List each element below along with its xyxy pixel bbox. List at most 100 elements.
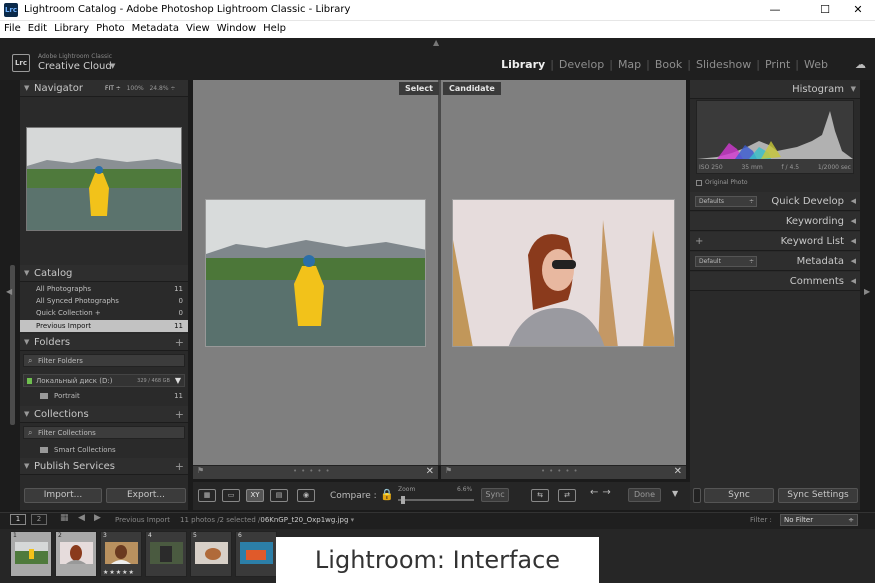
checkbox[interactable] bbox=[696, 179, 702, 186]
zoom-slider[interactable] bbox=[398, 499, 474, 501]
filter-select[interactable]: No Filter ÷ bbox=[780, 514, 858, 526]
swap-icon[interactable]: ⇆ bbox=[531, 489, 549, 502]
keywording-header[interactable]: Keywording ◀ bbox=[690, 212, 860, 231]
chevron-down-icon[interactable]: ▼ bbox=[110, 62, 115, 70]
primary-window-button[interactable]: 1 bbox=[10, 514, 26, 525]
module-print[interactable]: Print bbox=[760, 58, 795, 71]
grid-icon[interactable]: ▦ bbox=[60, 513, 69, 523]
export-button[interactable]: Export... bbox=[106, 488, 186, 503]
module-develop[interactable]: Develop bbox=[554, 58, 609, 71]
metadata-preset-select[interactable]: Default ÷ bbox=[695, 256, 757, 267]
brand-line-2[interactable]: Creative Cloud bbox=[38, 61, 112, 72]
filmstrip-cell[interactable]: 2 bbox=[55, 531, 97, 577]
lock-icon[interactable]: 🔒 bbox=[380, 488, 394, 501]
filmstrip-cell[interactable]: 4 bbox=[145, 531, 187, 577]
menu-file[interactable]: File bbox=[0, 21, 21, 34]
menu-library[interactable]: Library bbox=[50, 21, 89, 34]
menu-photo[interactable]: Photo bbox=[92, 21, 125, 34]
people-view-icon[interactable]: ◉ bbox=[297, 489, 315, 502]
minimize-button[interactable]: — bbox=[755, 0, 795, 20]
close-icon[interactable]: ✕ bbox=[674, 466, 682, 477]
quick-develop-preset-select[interactable]: Defaults ÷ bbox=[695, 196, 757, 207]
navigator-zoom-100[interactable]: 100% bbox=[127, 85, 144, 92]
filmstrip-cell[interactable]: 1 bbox=[10, 531, 52, 577]
catalog-item-label: All Photographs bbox=[36, 285, 92, 293]
done-button[interactable]: Done bbox=[628, 488, 661, 502]
module-web[interactable]: Web bbox=[799, 58, 833, 71]
menu-help[interactable]: Help bbox=[259, 21, 286, 34]
histogram-header[interactable]: Histogram ▼ bbox=[690, 80, 860, 99]
sync-button[interactable]: Sync bbox=[704, 488, 774, 503]
chevron-down-icon[interactable]: ▾ bbox=[351, 516, 355, 524]
flag-icon[interactable]: ⚑ bbox=[197, 466, 204, 475]
arrow-left-icon[interactable]: ◀ bbox=[78, 513, 85, 523]
filmstrip-cell[interactable]: 6 bbox=[235, 531, 277, 577]
rating-dots[interactable]: ••••• bbox=[541, 467, 582, 475]
filter-collections-input[interactable]: ⌕ Filter Collections bbox=[23, 426, 185, 439]
arrow-right-icon[interactable]: ▶ bbox=[94, 513, 101, 523]
module-slideshow[interactable]: Slideshow bbox=[691, 58, 756, 71]
publish-services-header[interactable]: ▼ Publish Services + bbox=[20, 458, 188, 475]
module-library[interactable]: Library bbox=[496, 58, 550, 71]
navigator-zoom-custom[interactable]: 24.8% ÷ bbox=[149, 85, 175, 92]
candidate-photo[interactable] bbox=[452, 199, 675, 347]
filmstrip-source[interactable]: Previous Import bbox=[115, 516, 170, 524]
histogram-graph[interactable] bbox=[696, 100, 854, 174]
catalog-item-all-synced[interactable]: All Synced Photographs 0 bbox=[20, 295, 188, 307]
close-icon[interactable]: ✕ bbox=[426, 466, 434, 477]
module-book[interactable]: Book bbox=[650, 58, 687, 71]
zoom-slider-handle[interactable] bbox=[401, 496, 405, 504]
secondary-window-button[interactable]: 2 bbox=[31, 514, 47, 525]
comments-header[interactable]: Comments ◀ bbox=[690, 272, 860, 291]
make-select-icon[interactable]: ⇄ bbox=[558, 489, 576, 502]
menu-metadata[interactable]: Metadata bbox=[128, 21, 179, 34]
close-button[interactable]: ✕ bbox=[838, 0, 875, 20]
navigator-preview[interactable] bbox=[26, 127, 182, 231]
folders-header[interactable]: ▼ Folders + bbox=[20, 334, 188, 351]
navigator-preview-image bbox=[27, 128, 181, 230]
compare-view-icon[interactable]: XY bbox=[246, 489, 264, 502]
histogram-title: Histogram bbox=[792, 84, 844, 95]
original-photo-toggle[interactable]: Original Photo bbox=[696, 179, 748, 186]
loupe-view-icon[interactable]: ▭ bbox=[222, 489, 240, 502]
smart-collections-row[interactable]: Smart Collections bbox=[20, 444, 188, 456]
folder-item-portrait[interactable]: Portrait 11 bbox=[20, 390, 188, 402]
module-map[interactable]: Map bbox=[613, 58, 646, 71]
collections-header[interactable]: ▼ Collections + bbox=[20, 406, 188, 423]
catalog-item-quick-collection[interactable]: Quick Collection + 0 bbox=[20, 307, 188, 319]
cloud-icon[interactable]: ☁ bbox=[855, 58, 866, 71]
right-panel-collapse-icon[interactable]: ▶ bbox=[864, 287, 870, 296]
catalog-header[interactable]: ▼ Catalog bbox=[20, 265, 188, 282]
quick-develop-header[interactable]: Defaults ÷ Quick Develop ◀ bbox=[690, 192, 860, 211]
arrow-right-icon[interactable]: → bbox=[602, 487, 614, 498]
menu-view[interactable]: View bbox=[182, 21, 210, 34]
survey-view-icon[interactable]: ▤ bbox=[270, 489, 288, 502]
add-publish-service-icon[interactable]: + bbox=[175, 458, 184, 475]
add-collection-icon[interactable]: + bbox=[175, 406, 184, 423]
menu-edit[interactable]: Edit bbox=[24, 21, 47, 34]
left-panel-collapse-icon[interactable]: ◀ bbox=[6, 287, 12, 296]
catalog-item-all-photographs[interactable]: All Photographs 11 bbox=[20, 283, 188, 295]
flag-icon[interactable]: ⚑ bbox=[445, 466, 452, 475]
arrow-left-icon[interactable]: ← bbox=[590, 487, 602, 498]
top-panel-toggle-icon[interactable]: ▲ bbox=[433, 38, 439, 47]
auto-sync-switch[interactable] bbox=[693, 488, 701, 503]
sync-settings-button[interactable]: Sync Settings bbox=[778, 488, 858, 503]
import-button[interactable]: Import... bbox=[24, 488, 102, 503]
triangle-down-icon[interactable]: ▼ bbox=[175, 375, 181, 387]
select-photo[interactable] bbox=[205, 199, 426, 347]
volume-row[interactable]: Локальный диск (D:) 329 / 468 GB ▼ bbox=[23, 374, 185, 387]
grid-view-icon[interactable]: ▦ bbox=[198, 489, 216, 502]
navigator-fit[interactable]: FIT ÷ bbox=[105, 85, 121, 92]
rating-dots[interactable]: ••••• bbox=[293, 467, 334, 475]
metadata-header[interactable]: Default ÷ Metadata ◀ bbox=[690, 252, 860, 271]
toolbar-menu-icon[interactable]: ▼ bbox=[672, 489, 678, 498]
menu-window[interactable]: Window bbox=[213, 21, 256, 34]
add-folder-icon[interactable]: + bbox=[175, 334, 184, 351]
add-keyword-icon[interactable]: + bbox=[695, 232, 703, 251]
filter-folders-input[interactable]: ⌕ Filter Folders bbox=[23, 354, 185, 367]
filmstrip-cell[interactable]: 5 bbox=[190, 531, 232, 577]
catalog-item-previous-import[interactable]: Previous Import 11 bbox=[20, 320, 188, 332]
keyword-list-header[interactable]: + Keyword List ◀ bbox=[690, 232, 860, 251]
sync-zoom-button[interactable]: Sync bbox=[481, 488, 509, 502]
